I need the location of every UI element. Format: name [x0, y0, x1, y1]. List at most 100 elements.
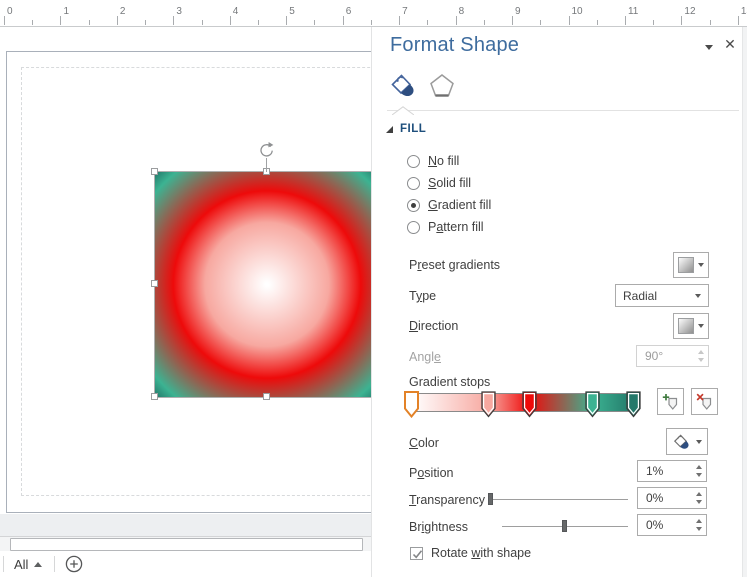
paint-bucket-icon [388, 72, 416, 98]
spin-up-icon[interactable] [696, 492, 702, 496]
gradient-stop-marker-selected[interactable] [404, 391, 419, 423]
color-picker-button[interactable] [666, 428, 708, 455]
type-combobox[interactable]: Radial [615, 284, 709, 307]
spin-up-icon[interactable] [696, 519, 702, 523]
brightness-slider-thumb[interactable] [562, 520, 567, 532]
panel-menu-button[interactable] [702, 41, 716, 53]
direction-label: Direction [409, 319, 458, 333]
page-tab-all[interactable]: All [14, 557, 42, 572]
divider [54, 556, 55, 572]
ruler-tick [597, 20, 598, 25]
ruler-number: 2 [120, 6, 126, 17]
gradient-stop-marker[interactable] [481, 391, 496, 423]
active-tab-indicator [392, 102, 414, 111]
transparency-spinner[interactable]: 0% [637, 487, 707, 509]
add-stop-icon [662, 393, 680, 411]
divider [3, 556, 4, 572]
gradient-stop-marker[interactable] [522, 391, 537, 423]
ruler-tick [371, 20, 372, 25]
angle-value: 90° [645, 349, 663, 363]
ruler-number: 4 [233, 6, 239, 17]
transparency-slider-thumb[interactable] [488, 493, 493, 505]
ruler-number: 12 [684, 6, 695, 17]
fill-section-header[interactable]: FILL [386, 123, 426, 135]
panel-scrollbar[interactable] [742, 27, 747, 577]
ruler-tick [4, 16, 5, 25]
angle-label: Angle [409, 350, 441, 364]
position-spinner[interactable]: 1% [637, 460, 707, 482]
ruler-number: 1 [63, 6, 69, 17]
resize-handle-top-left[interactable] [151, 168, 158, 175]
spin-down-icon[interactable] [696, 500, 702, 504]
ruler-tick [258, 20, 259, 25]
tab-fill-and-line[interactable] [388, 72, 418, 98]
gradient-swatch-icon [678, 318, 694, 334]
transparency-slider[interactable] [490, 499, 628, 500]
chevron-down-icon [698, 263, 704, 267]
resize-handle-bottom-middle[interactable] [263, 393, 270, 400]
ruler-tick [484, 20, 485, 25]
tab-effects[interactable] [428, 72, 458, 98]
resize-handle-left-middle[interactable] [151, 280, 158, 287]
app-window: 012345678910111213 All [0, 0, 747, 577]
ruler-tick [202, 20, 203, 25]
fill-section-title: FILL [400, 123, 426, 135]
remove-stop-icon [696, 393, 714, 411]
radio-icon [407, 221, 420, 234]
horizontal-scrollbar-thumb[interactable] [10, 538, 363, 551]
divider [387, 110, 739, 111]
spin-down-icon[interactable] [696, 473, 702, 477]
rotate-with-shape-checkbox[interactable]: Rotate with shape [410, 541, 531, 565]
preset-gradients-dropdown[interactable] [673, 252, 709, 278]
angle-spinner: 90° [636, 345, 709, 367]
color-label: Color [409, 436, 439, 450]
chevron-down-icon [696, 440, 702, 444]
ruler-tick [117, 16, 118, 25]
type-label: Type [409, 289, 436, 303]
ruler-tick [230, 16, 231, 25]
radio-option-pattern-fill[interactable]: Pattern fill [407, 216, 484, 238]
chevron-up-icon [34, 562, 42, 567]
radio-label: No fill [428, 154, 459, 168]
ruler-number: 3 [176, 6, 182, 17]
radio-option-no-fill[interactable]: No fill [407, 150, 459, 172]
page-tab-label: All [14, 557, 28, 572]
ruler-tick [512, 16, 513, 25]
rotation-handle-icon[interactable] [258, 141, 274, 157]
spin-up-icon [698, 350, 704, 354]
horizontal-scrollbar[interactable] [0, 536, 371, 551]
spin-up-icon[interactable] [696, 465, 702, 469]
direction-dropdown[interactable] [673, 313, 709, 339]
add-page-button[interactable] [65, 555, 83, 573]
ruler-tick [653, 20, 654, 25]
position-value: 1% [646, 464, 663, 478]
remove-gradient-stop-button[interactable] [691, 388, 718, 415]
ruler-tick [540, 20, 541, 25]
radio-label: Solid fill [428, 176, 471, 190]
ruler-number: 0 [7, 6, 13, 17]
checkbox-icon [410, 547, 423, 560]
gradient-swatch-icon [678, 257, 694, 273]
ruler-tick [456, 16, 457, 25]
add-gradient-stop-button[interactable] [657, 388, 684, 415]
ruler-tick [343, 16, 344, 25]
spin-down-icon[interactable] [696, 527, 702, 531]
brightness-spinner[interactable]: 0% [637, 514, 707, 536]
ruler-number: 9 [515, 6, 521, 17]
panel-title: Format Shape [390, 34, 519, 57]
pentagon-icon [428, 72, 456, 98]
radio-icon [407, 155, 420, 168]
radio-option-solid-fill[interactable]: Solid fill [407, 172, 471, 194]
close-button[interactable]: ✕ [722, 36, 738, 52]
ruler-tick [625, 16, 626, 25]
gradient-stop-marker[interactable] [626, 391, 641, 423]
radio-option-gradient-fill[interactable]: Gradient fill [407, 194, 491, 216]
rotation-handle-stem [266, 158, 267, 172]
ruler-tick [314, 20, 315, 25]
gradient-stop-marker[interactable] [585, 391, 600, 423]
ruler-tick [60, 16, 61, 25]
resize-handle-bottom-left[interactable] [151, 393, 158, 400]
ruler-tick [738, 16, 739, 25]
selected-shape[interactable] [155, 172, 371, 397]
transparency-value: 0% [646, 491, 663, 505]
